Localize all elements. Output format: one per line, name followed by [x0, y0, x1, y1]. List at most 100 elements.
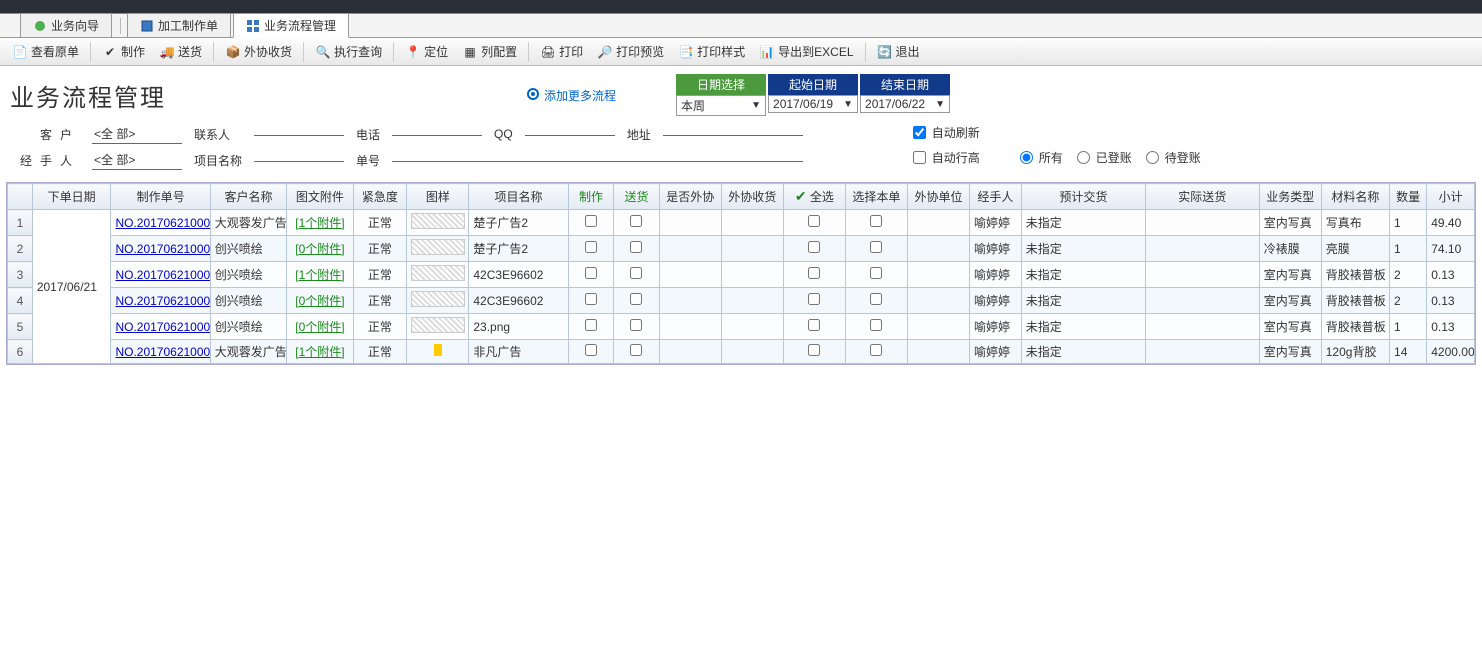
- table-row[interactable]: 3NO.201706210004创兴喷绘[1个附件]正常42C3E96602喻婷…: [8, 262, 1475, 288]
- selectall-cb[interactable]: [783, 262, 845, 288]
- make-cb[interactable]: [568, 288, 614, 314]
- outsource-receive-button[interactable]: 📦外协收货: [219, 41, 298, 62]
- thumb-cell[interactable]: [407, 314, 469, 340]
- start-date-input[interactable]: 2017/06/19▼: [768, 95, 858, 113]
- phone-input[interactable]: [392, 133, 482, 136]
- thumb-cell[interactable]: [407, 288, 469, 314]
- col-urgency[interactable]: 紧急度: [353, 184, 407, 210]
- thumb-cell[interactable]: [407, 210, 469, 236]
- print-preview-button[interactable]: 🔎打印预览: [591, 41, 670, 62]
- col-subtotal[interactable]: 小计: [1427, 184, 1475, 210]
- tab-doc[interactable]: 加工制作单: [127, 13, 231, 37]
- selectall-cb[interactable]: [783, 340, 845, 364]
- selectall-cb[interactable]: [783, 210, 845, 236]
- column-config-button[interactable]: ▦列配置: [456, 41, 523, 62]
- deliver-cb[interactable]: [614, 340, 660, 364]
- col-project[interactable]: 项目名称: [469, 184, 568, 210]
- order-no-cell[interactable]: NO.201706210003: [111, 288, 210, 314]
- selectthis-cb[interactable]: [845, 288, 907, 314]
- table-row[interactable]: 6NO.201706210001大观蓉发广告[1个附件]正常非凡广告喻婷婷未指定…: [8, 340, 1475, 364]
- exit-button[interactable]: 🔄退出: [871, 41, 926, 62]
- auto-refresh-checkbox[interactable]: [913, 126, 926, 139]
- make-cb[interactable]: [568, 210, 614, 236]
- selectall-cb[interactable]: [783, 236, 845, 262]
- make-cb[interactable]: [568, 236, 614, 262]
- selectall-cb[interactable]: [783, 288, 845, 314]
- contact-input[interactable]: [254, 133, 344, 136]
- end-date-input[interactable]: 2017/06/22▼: [860, 95, 950, 113]
- col-biz-type[interactable]: 业务类型: [1259, 184, 1321, 210]
- attachment-cell[interactable]: [1个附件]: [287, 210, 353, 236]
- attachment-cell[interactable]: [1个附件]: [287, 262, 353, 288]
- table-row[interactable]: 2NO.201706210005创兴喷绘[0个附件]正常楚子广告2喻婷婷未指定冷…: [8, 236, 1475, 262]
- tab-wizard[interactable]: 业务向导: [20, 13, 112, 37]
- selectthis-cb[interactable]: [845, 236, 907, 262]
- tab-workflow[interactable]: 业务流程管理: [233, 13, 349, 38]
- export-excel-button[interactable]: 📊导出到EXCEL: [753, 41, 859, 62]
- date-range-select[interactable]: 本周▼: [676, 95, 766, 116]
- qq-input[interactable]: [525, 133, 615, 136]
- selectthis-cb[interactable]: [845, 210, 907, 236]
- view-original-button[interactable]: 📄查看原单: [6, 41, 85, 62]
- deliver-cb[interactable]: [614, 236, 660, 262]
- locate-button[interactable]: 📍定位: [399, 41, 454, 62]
- col-deliver[interactable]: 送货: [614, 184, 660, 210]
- deliver-cb[interactable]: [614, 210, 660, 236]
- selectthis-cb[interactable]: [845, 262, 907, 288]
- order-no-cell[interactable]: NO.201706210002: [111, 314, 210, 340]
- col-outsource[interactable]: 是否外协: [659, 184, 721, 210]
- add-flow-link[interactable]: 添加更多流程: [526, 87, 616, 104]
- customer-input[interactable]: <全 部>: [92, 124, 182, 144]
- order-input[interactable]: [392, 159, 803, 162]
- col-attachment[interactable]: 图文附件: [287, 184, 353, 210]
- col-material[interactable]: 材料名称: [1321, 184, 1389, 210]
- col-qty[interactable]: 数量: [1390, 184, 1427, 210]
- thumb-cell[interactable]: [407, 340, 469, 364]
- thumb-cell[interactable]: [407, 236, 469, 262]
- radio-all[interactable]: [1020, 151, 1033, 164]
- address-input[interactable]: [663, 133, 803, 136]
- col-outsource-unit[interactable]: 外协单位: [907, 184, 969, 210]
- thumb-cell[interactable]: [407, 262, 469, 288]
- table-row[interactable]: 12017/06/21NO.201706210006大观蓉发广告[1个附件]正常…: [8, 210, 1475, 236]
- selectthis-cb[interactable]: [845, 314, 907, 340]
- selectthis-cb[interactable]: [845, 340, 907, 364]
- attachment-cell[interactable]: [0个附件]: [287, 236, 353, 262]
- order-no-cell[interactable]: NO.201706210006: [111, 210, 210, 236]
- col-order-date[interactable]: 下单日期: [32, 184, 111, 210]
- col-select-this[interactable]: 选择本单: [845, 184, 907, 210]
- make-cb[interactable]: [568, 314, 614, 340]
- print-button[interactable]: 🖨打印: [534, 41, 589, 62]
- radio-pending[interactable]: [1146, 151, 1159, 164]
- col-make[interactable]: 制作: [568, 184, 614, 210]
- deliver-cb[interactable]: [614, 288, 660, 314]
- query-button[interactable]: 🔍执行查询: [309, 41, 388, 62]
- order-no-cell[interactable]: NO.201706210001: [111, 340, 210, 364]
- make-button[interactable]: ✔制作: [96, 41, 151, 62]
- project-input[interactable]: [254, 159, 344, 162]
- attachment-cell[interactable]: [1个附件]: [287, 340, 353, 364]
- handler-input[interactable]: <全 部>: [92, 150, 182, 170]
- selectall-cb[interactable]: [783, 314, 845, 340]
- col-actual-deliver[interactable]: 实际送货: [1145, 184, 1259, 210]
- col-customer[interactable]: 客户名称: [210, 184, 287, 210]
- col-sample[interactable]: 图样: [407, 184, 469, 210]
- deliver-button[interactable]: 🚚送货: [153, 41, 208, 62]
- make-cb[interactable]: [568, 340, 614, 364]
- radio-posted[interactable]: [1077, 151, 1090, 164]
- print-style-button[interactable]: 📑打印样式: [672, 41, 751, 62]
- table-row[interactable]: 5NO.201706210002创兴喷绘[0个附件]正常23.png喻婷婷未指定…: [8, 314, 1475, 340]
- attachment-cell[interactable]: [0个附件]: [287, 288, 353, 314]
- attachment-cell[interactable]: [0个附件]: [287, 314, 353, 340]
- deliver-cb[interactable]: [614, 262, 660, 288]
- col-outsource-receive[interactable]: 外协收货: [721, 184, 783, 210]
- make-cb[interactable]: [568, 262, 614, 288]
- order-no-cell[interactable]: NO.201706210005: [111, 236, 210, 262]
- col-order-no[interactable]: 制作单号: [111, 184, 210, 210]
- col-handler[interactable]: 经手人: [970, 184, 1022, 210]
- col-due[interactable]: 预计交货: [1021, 184, 1145, 210]
- col-selectall[interactable]: ✔ 全选: [783, 184, 845, 210]
- order-no-cell[interactable]: NO.201706210004: [111, 262, 210, 288]
- deliver-cb[interactable]: [614, 314, 660, 340]
- table-row[interactable]: 4NO.201706210003创兴喷绘[0个附件]正常42C3E96602喻婷…: [8, 288, 1475, 314]
